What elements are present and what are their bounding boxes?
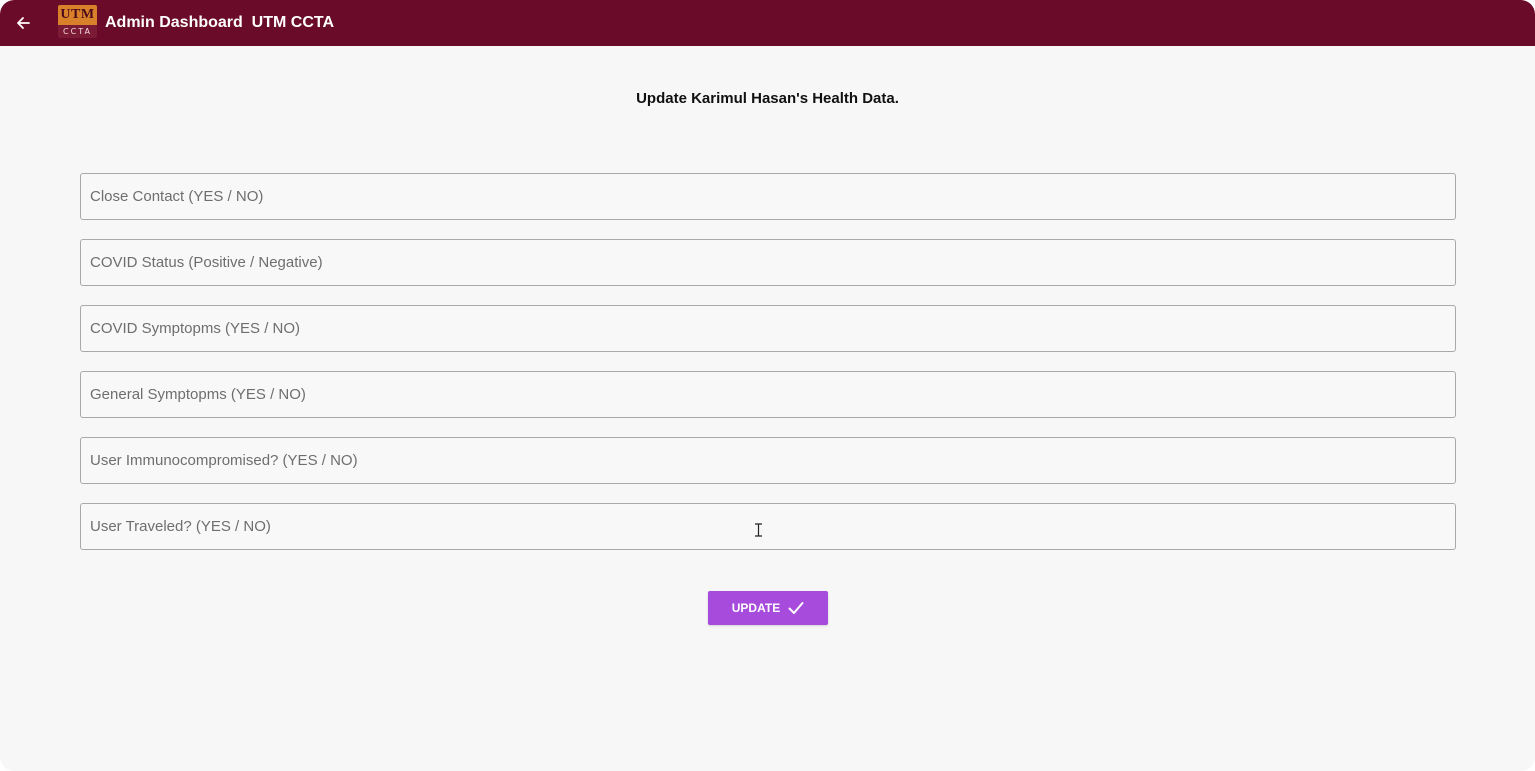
back-button[interactable] — [10, 10, 36, 36]
user-traveled-input[interactable] — [81, 504, 1455, 549]
covid-symptoms-input[interactable] — [81, 306, 1455, 351]
covid-symptoms-field[interactable] — [80, 305, 1456, 352]
general-symptoms-input[interactable] — [81, 372, 1455, 417]
utm-ccta-logo: UTM CCTA — [58, 5, 97, 38]
app-bar: UTM CCTA Admin Dashboard UTM CCTA — [0, 0, 1535, 46]
general-symptoms-field[interactable] — [80, 371, 1456, 418]
app-window: UTM CCTA Admin Dashboard UTM CCTA Update… — [0, 0, 1535, 771]
arrow-left-icon — [17, 17, 30, 29]
logo-text-bottom: CCTA — [63, 27, 92, 36]
covid-status-field[interactable] — [80, 239, 1456, 286]
close-contact-input[interactable] — [81, 174, 1455, 219]
update-button[interactable]: UPDATE — [708, 591, 828, 625]
update-button-label: UPDATE — [731, 601, 781, 615]
main-content: Update Karimul Hasan's Health Data. UPDA… — [0, 46, 1535, 771]
covid-status-input[interactable] — [81, 240, 1455, 285]
immunocompromised-field[interactable] — [80, 437, 1456, 484]
user-traveled-field[interactable] — [80, 503, 1456, 550]
app-title: Admin Dashboard UTM CCTA — [105, 14, 335, 31]
immunocompromised-input[interactable] — [81, 438, 1455, 483]
logo-text-top: UTM — [58, 5, 97, 25]
page-title: Update Karimul Hasan's Health Data. — [636, 90, 899, 107]
close-contact-field[interactable] — [80, 173, 1456, 220]
text-cursor-icon — [755, 523, 762, 537]
check-icon — [788, 602, 804, 614]
